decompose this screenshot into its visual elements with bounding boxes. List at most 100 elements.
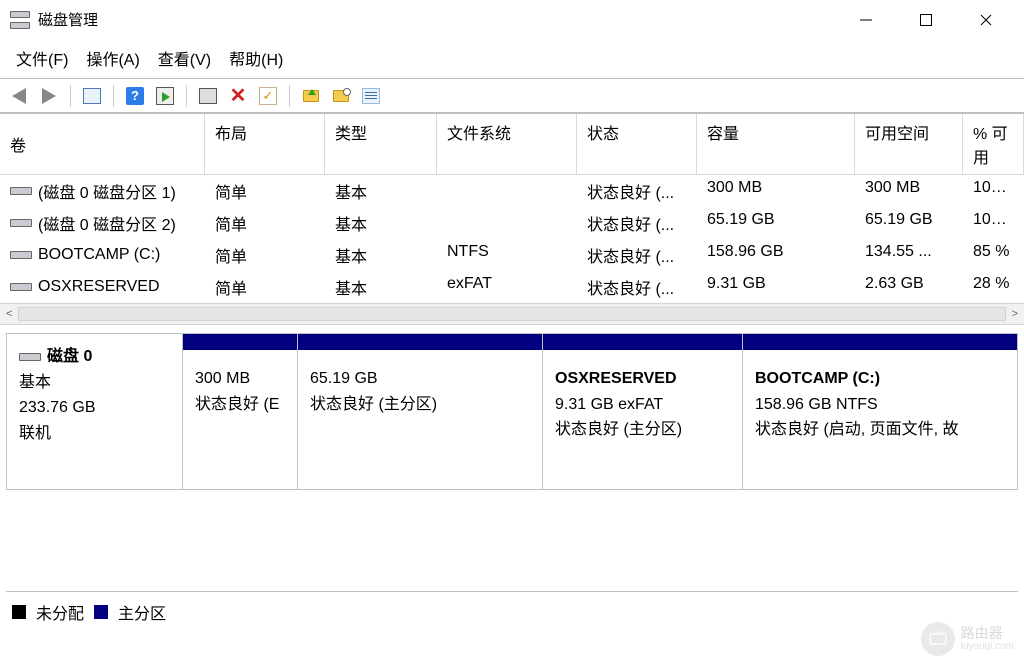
volume-type: 基本 (325, 239, 437, 271)
partition[interactable]: 300 MB状态良好 (E (183, 334, 298, 489)
server-icon (199, 88, 217, 104)
volume-status: 状态良好 (... (577, 271, 697, 303)
horizontal-scrollbar[interactable]: < > (0, 303, 1024, 325)
legend-unallocated: 未分配 (36, 600, 84, 624)
watermark-icon (921, 622, 955, 656)
toolbar: ? ✕ ✓ (0, 79, 1024, 113)
col-capacity[interactable]: 容量 (697, 114, 855, 174)
volume-capacity: 65.19 GB (697, 207, 855, 239)
volume-type: 基本 (325, 207, 437, 239)
folder-search-button[interactable] (328, 84, 354, 108)
col-layout[interactable]: 布局 (205, 114, 325, 174)
volume-pct: 28 % (963, 271, 1024, 303)
volume-name: (磁盘 0 磁盘分区 1) (38, 179, 176, 203)
disk-name: 磁盘 0 (47, 344, 92, 370)
volume-type: 基本 (325, 175, 437, 207)
table-row[interactable]: OSXRESERVED简单基本exFAT状态良好 (...9.31 GB2.63… (0, 271, 1024, 303)
scroll-left-icon[interactable]: < (6, 308, 12, 320)
window-title: 磁盘管理 (38, 9, 98, 30)
maximize-button[interactable] (896, 0, 956, 39)
col-free[interactable]: 可用空间 (855, 114, 963, 174)
volume-fs: exFAT (437, 271, 577, 303)
partition[interactable]: BOOTCAMP (C:)158.96 GB NTFS状态良好 (启动, 页面文… (743, 334, 1017, 489)
partition-size: 9.31 GB exFAT (555, 392, 730, 418)
disk-type: 基本 (19, 370, 170, 396)
watermark-sub: luyouqi.com (961, 641, 1014, 652)
volume-free: 2.63 GB (855, 271, 963, 303)
volume-icon (10, 187, 32, 195)
col-status[interactable]: 状态 (577, 114, 697, 174)
menubar: 文件(F) 操作(A) 查看(V) 帮助(H) (0, 40, 1024, 79)
disk-row: 磁盘 0 基本 233.76 GB 联机 300 MB状态良好 (E65.19 … (6, 333, 1018, 490)
col-volume[interactable]: 卷 (0, 114, 205, 174)
volume-type: 基本 (325, 271, 437, 303)
watermark-text: 路由器 (961, 626, 1014, 641)
volume-capacity: 9.31 GB (697, 271, 855, 303)
partition[interactable]: 65.19 GB状态良好 (主分区) (298, 334, 543, 489)
col-type[interactable]: 类型 (325, 114, 437, 174)
volume-free: 134.55 ... (855, 239, 963, 271)
volume-icon (10, 251, 32, 259)
menu-view[interactable]: 查看(V) (158, 46, 211, 70)
folder-up-button[interactable] (298, 84, 324, 108)
partition-stripe (183, 334, 297, 350)
volume-name: OSXRESERVED (38, 278, 160, 296)
back-button[interactable] (6, 84, 32, 108)
partition-status: 状态良好 (主分区) (310, 392, 530, 418)
col-pct[interactable]: % 可用 (963, 114, 1024, 174)
arrow-left-icon (12, 88, 26, 104)
menu-help[interactable]: 帮助(H) (229, 46, 283, 70)
table-row[interactable]: (磁盘 0 磁盘分区 1)简单基本状态良好 (...300 MB300 MB10… (0, 175, 1024, 207)
partition[interactable]: OSXRESERVED9.31 GB exFAT状态良好 (主分区) (543, 334, 743, 489)
partition-size: 300 MB (195, 366, 285, 392)
help-icon: ? (126, 87, 144, 105)
volume-icon (10, 283, 32, 291)
menu-file[interactable]: 文件(F) (16, 46, 68, 70)
volume-pct: 100 % (963, 175, 1024, 207)
partition-name: BOOTCAMP (C:) (755, 366, 1005, 392)
volume-fs: NTFS (437, 239, 577, 271)
list-icon (362, 88, 380, 104)
scroll-right-icon[interactable]: > (1012, 308, 1018, 320)
volume-fs (437, 207, 577, 239)
delete-button[interactable]: ✕ (225, 84, 251, 108)
volume-free: 65.19 GB (855, 207, 963, 239)
play-icon (156, 87, 174, 105)
folder-search-icon (333, 90, 349, 102)
list-button[interactable] (358, 84, 384, 108)
volume-layout: 简单 (205, 239, 325, 271)
table-header[interactable]: 卷 布局 类型 文件系统 状态 容量 可用空间 % 可用 (0, 114, 1024, 175)
partition-stripe (743, 334, 1017, 350)
col-filesystem[interactable]: 文件系统 (437, 114, 577, 174)
folder-up-icon (303, 90, 319, 102)
properties-button[interactable]: ✓ (255, 84, 281, 108)
volume-capacity: 300 MB (697, 175, 855, 207)
disk-icon (19, 353, 41, 361)
volume-pct: 100 % (963, 207, 1024, 239)
volume-status: 状态良好 (... (577, 175, 697, 207)
titlebar: 磁盘管理 (0, 0, 1024, 40)
partition-stripe (543, 334, 742, 350)
computer-button[interactable] (195, 84, 221, 108)
legend: 未分配 主分区 (6, 591, 1018, 632)
swatch-primary-icon (94, 605, 108, 619)
forward-button[interactable] (36, 84, 62, 108)
table-row[interactable]: (磁盘 0 磁盘分区 2)简单基本状态良好 (...65.19 GB65.19 … (0, 207, 1024, 239)
menu-action[interactable]: 操作(A) (86, 46, 139, 70)
volume-icon (10, 219, 32, 227)
partition-size: 65.19 GB (310, 366, 530, 392)
partition-size: 158.96 GB NTFS (755, 392, 1005, 418)
app-icon (10, 11, 30, 29)
partition-status: 状态良好 (主分区) (555, 417, 730, 443)
volume-name: (磁盘 0 磁盘分区 2) (38, 211, 176, 235)
disk-label[interactable]: 磁盘 0 基本 233.76 GB 联机 (7, 334, 183, 489)
minimize-button[interactable] (836, 0, 896, 39)
volume-status: 状态良好 (... (577, 239, 697, 271)
partition-name: OSXRESERVED (555, 366, 730, 392)
help-button[interactable]: ? (122, 84, 148, 108)
refresh-button[interactable] (152, 84, 178, 108)
close-button[interactable] (956, 0, 1016, 39)
table-row[interactable]: BOOTCAMP (C:)简单基本NTFS状态良好 (...158.96 GB1… (0, 239, 1024, 271)
show-hide-console-button[interactable] (79, 84, 105, 108)
volume-layout: 简单 (205, 207, 325, 239)
